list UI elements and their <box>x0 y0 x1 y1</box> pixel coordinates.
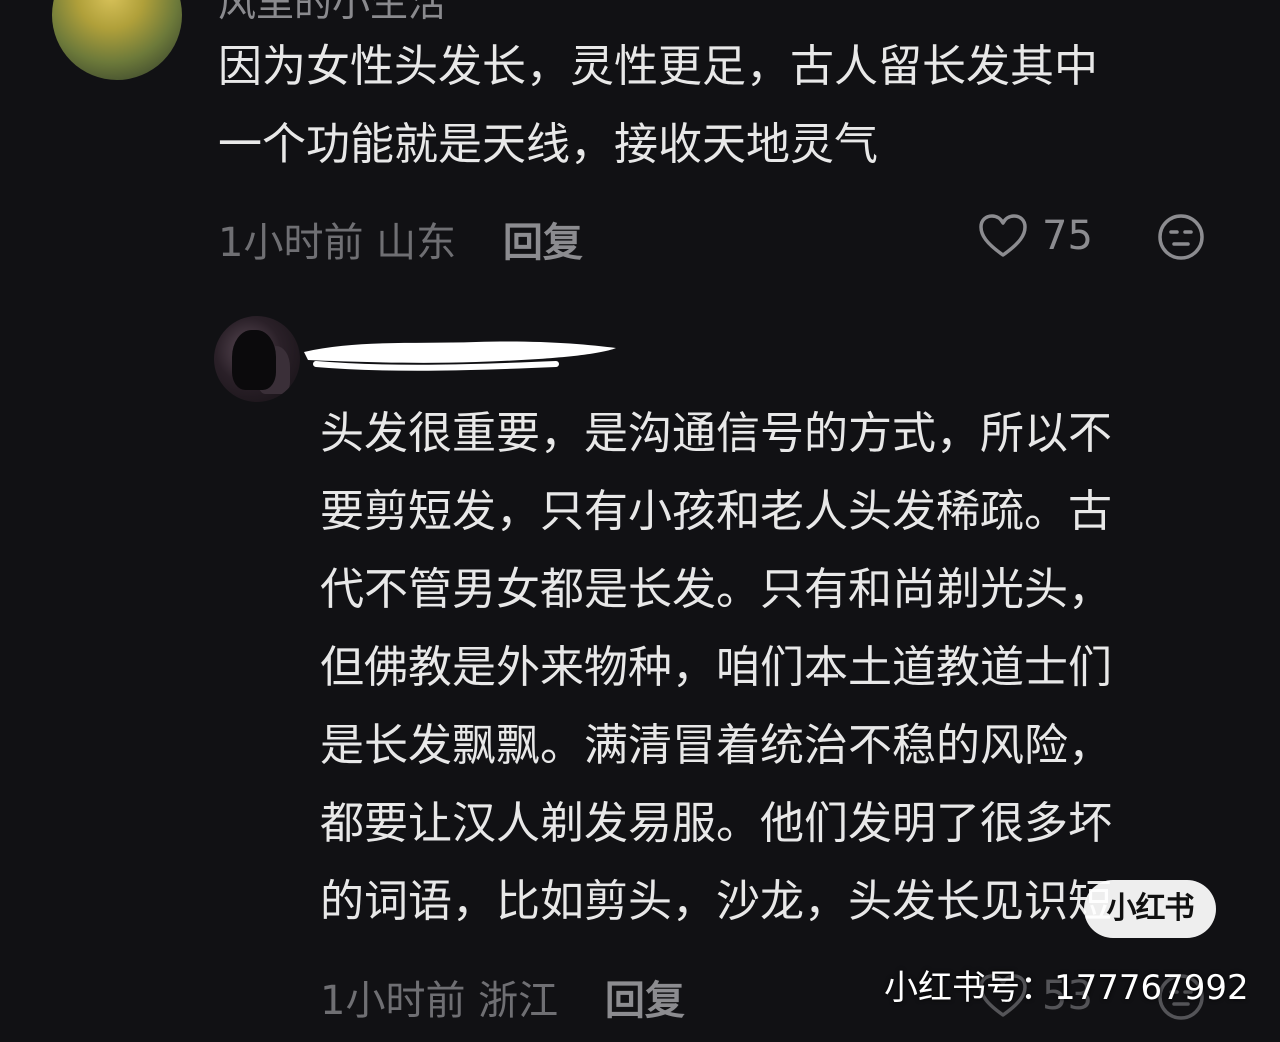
xiaohongshu-account-watermark: 小红书号：177767992 <box>884 968 1249 1008</box>
comment-line: 因为女性头发长，灵性更足，古人留长发其中 <box>218 41 1098 92</box>
heart-outline-icon <box>979 214 1027 257</box>
commenter-username[interactable]: 风里的小生活 <box>218 0 446 27</box>
comment-line: 是长发飘飘。满清冒着统治不稳的风险， <box>320 720 1112 771</box>
comment-line: 要剪短发，只有小孩和老人头发稀疏。古 <box>320 486 1112 537</box>
comment-location: 山东 <box>376 220 457 266</box>
neutral-face-icon <box>1158 214 1204 260</box>
reply-comment-body: 头发很重要，是沟通信号的方式，所以不 要剪短发，只有小孩和老人头发稀疏。古 代不… <box>320 395 1112 941</box>
emoji-reaction-button[interactable] <box>1156 212 1206 266</box>
comment-line: 头发很重要，是沟通信号的方式，所以不 <box>320 408 1112 459</box>
like-button[interactable]: 75 <box>978 210 1093 262</box>
comment-location: 浙江 <box>478 978 559 1024</box>
comment-line: 但佛教是外来物种，咱们本土道教道士们 <box>320 642 1112 693</box>
reply-comment-meta: 1小时前 浙江 回复 <box>320 968 685 1026</box>
comment-line: 一个功能就是天线，接收天地灵气 <box>218 119 878 170</box>
avatar-figure <box>232 330 276 390</box>
redacted-username-scribble <box>304 341 616 371</box>
comment-time: 1小时前 <box>320 978 466 1024</box>
comment-meta: 1小时前 山东 回复 <box>218 210 583 268</box>
comment-line: 的词语，比如剪头，沙龙，头发长见识短 <box>320 876 1112 927</box>
commenter-avatar[interactable] <box>52 0 182 80</box>
comment-body: 因为女性头发长，灵性更足，古人留长发其中 一个功能就是天线，接收天地灵气 <box>218 28 1098 184</box>
like-count: 75 <box>1042 213 1093 259</box>
reply-button[interactable]: 回复 <box>503 220 583 266</box>
comment-time: 1小时前 <box>218 220 364 266</box>
reply-button[interactable]: 回复 <box>605 978 685 1024</box>
xiaohongshu-watermark-badge: 小红书 <box>1084 880 1216 938</box>
comment-line: 都要让汉人剃发易服。他们发明了很多坏 <box>320 798 1112 849</box>
reply-commenter-avatar[interactable] <box>214 316 300 402</box>
comment-line: 代不管男女都是长发。只有和尚剃光头， <box>320 564 1112 615</box>
